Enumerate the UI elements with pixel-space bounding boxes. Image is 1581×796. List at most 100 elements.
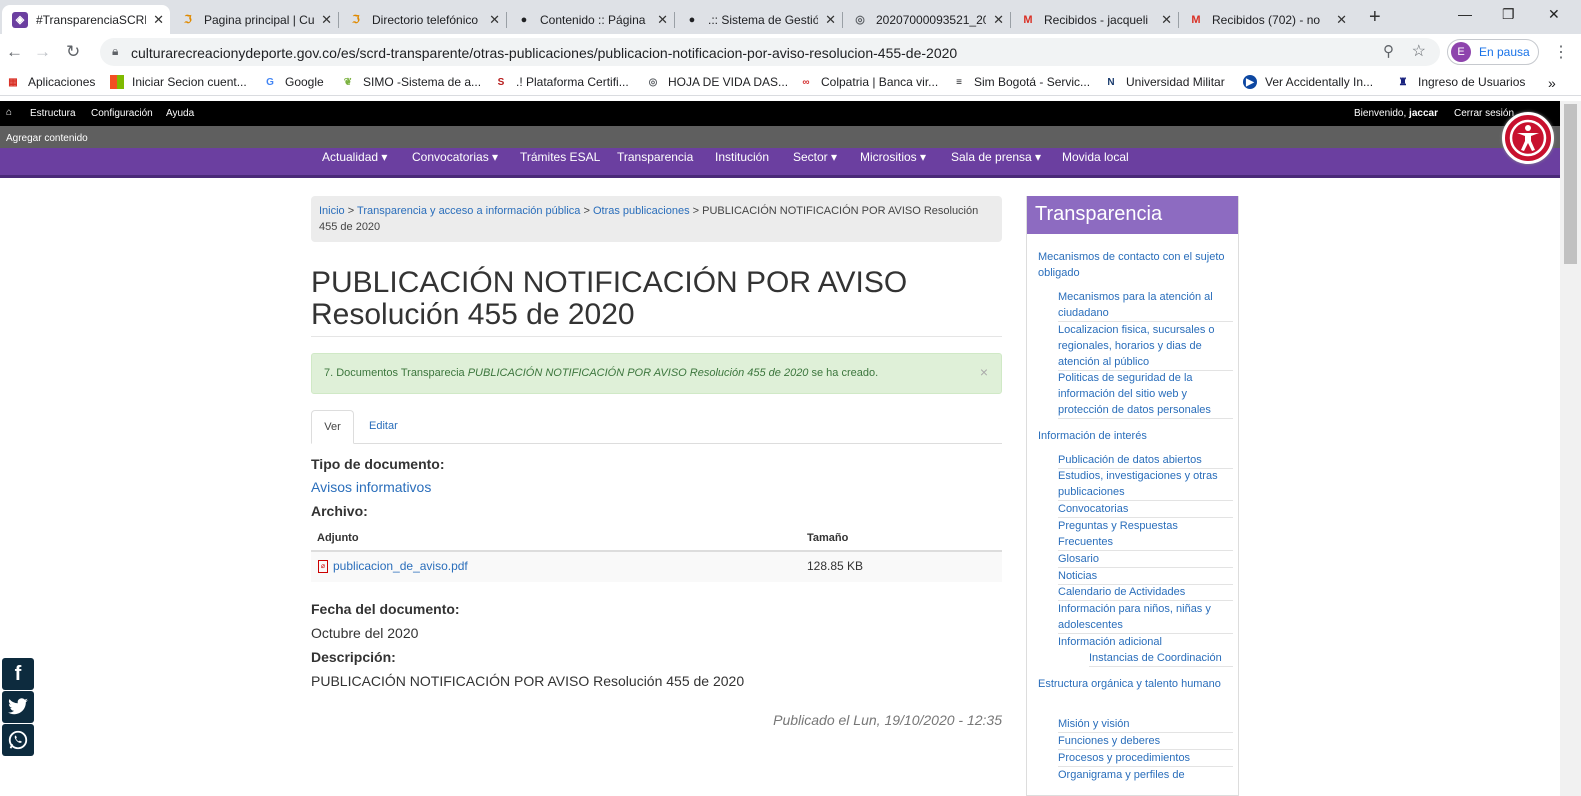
doc-type-label: Tipo de documento: (311, 456, 445, 472)
nav-sala-de-prensa[interactable]: Sala de prensa ▾ (951, 150, 1041, 164)
status-message: 7. Documentos Transparecia PUBLICACIÓN N… (311, 353, 1002, 394)
sidebar-link[interactable]: Calendario de Actividades (1058, 584, 1233, 601)
close-tab-icon[interactable]: ✕ (657, 12, 668, 28)
bookmark-apps[interactable]: ▦ Aplicaciones (6, 75, 95, 89)
bookmark-item[interactable]: ≡ Sim Bogotá - Servic... (952, 75, 1090, 89)
browser-tab[interactable]: ℑ Directorio telefónico ✕ (338, 5, 507, 34)
sidebar-link[interactable]: Información para niños, niñas y adolesce… (1058, 601, 1233, 634)
more-bookmarks-icon[interactable]: » (1548, 75, 1556, 91)
sidebar-link[interactable]: Información de interés (1038, 428, 1228, 444)
close-tab-icon[interactable]: ✕ (1336, 12, 1347, 28)
zoom-icon[interactable]: ⚲ (1383, 42, 1394, 60)
sidebar-title: Transparencia (1027, 196, 1238, 234)
minimize-icon[interactable]: — (1458, 6, 1472, 22)
close-tab-icon[interactable]: ✕ (993, 12, 1004, 28)
sidebar-link[interactable]: Politicas de seguridad de la información… (1058, 370, 1233, 419)
nav-convocatorias[interactable]: Convocatorias ▾ (412, 150, 498, 164)
back-arrow-icon[interactable]: ← (6, 42, 23, 62)
doc-type-link[interactable]: Avisos informativos (311, 479, 431, 495)
bookmark-item[interactable]: N Universidad Militar (1104, 75, 1224, 89)
bookmark-item[interactable]: S .! Plataforma Certifi... (494, 75, 629, 89)
sidebar-link[interactable]: Estudios, investigaciones y otras public… (1058, 468, 1233, 501)
browser-tab[interactable]: ◈ #TransparenciaSCRD ✕ (2, 5, 170, 34)
sidebar-link[interactable]: Instancias de Coordinación (1089, 650, 1233, 667)
sidebar-link[interactable]: Estructura orgánica y talento humano (1038, 676, 1228, 692)
close-tab-icon[interactable]: ✕ (1161, 12, 1172, 28)
sidebar-link[interactable]: Convocatorias (1058, 501, 1233, 518)
restore-icon[interactable]: ❐ (1502, 6, 1515, 23)
sidebar-link[interactable]: Preguntas y Respuestas Frecuentes (1058, 518, 1233, 551)
address-bar[interactable]: 🔒︎ culturarecreacionydeporte.gov.co/es/s… (100, 38, 1440, 66)
nav-transparencia[interactable]: Transparencia (617, 150, 693, 164)
whatsapp-share-button[interactable] (2, 724, 34, 756)
bookmark-item[interactable]: G Google (263, 75, 324, 89)
new-tab-icon[interactable]: + (1369, 6, 1381, 29)
close-tab-icon[interactable]: ✕ (321, 12, 332, 28)
breadcrumb-home[interactable]: Inicio (319, 205, 345, 217)
close-tab-icon[interactable]: ✕ (153, 12, 164, 28)
nav-movida-local[interactable]: Movida local (1062, 150, 1129, 164)
bookmark-star-icon[interactable]: ☆ (1412, 41, 1426, 61)
bookmark-item[interactable]: ♜ Ingreso de Usuarios (1396, 75, 1526, 89)
admin-config-link[interactable]: Configuración (91, 108, 153, 119)
bookmark-item[interactable]: Iniciar Secion cuent... (110, 75, 247, 89)
tab-ver[interactable]: Ver (311, 410, 354, 444)
page-scrollbar[interactable] (1560, 101, 1581, 796)
browser-tab[interactable]: ● .:: Sistema de Gestió ✕ (674, 5, 843, 34)
sidebar-link[interactable]: Glosario (1058, 551, 1233, 568)
twitter-share-button[interactable] (2, 691, 34, 723)
sidebar-link[interactable]: Información adicional (1058, 634, 1233, 650)
nav-institucion[interactable]: Institución (715, 150, 769, 164)
browser-menu-icon[interactable]: ⋮ (1553, 42, 1569, 62)
accessibility-button[interactable] (1502, 112, 1554, 164)
add-content-link[interactable]: Agregar contenido (6, 133, 88, 144)
url-text[interactable]: culturarecreacionydeporte.gov.co/es/scrd… (131, 45, 957, 61)
browser-tab[interactable]: M Recibidos - jacqueli ✕ (1010, 5, 1179, 34)
bookmark-label: HOJA DE VIDA DAS... (668, 75, 789, 89)
bookmark-item[interactable]: ▶ Ver Accidentally In... (1243, 75, 1373, 89)
admin-structure-link[interactable]: Estructura (30, 108, 76, 119)
sidebar-link[interactable]: Funciones y deberes (1058, 733, 1233, 750)
close-tab-icon[interactable]: ✕ (489, 12, 500, 28)
attachment-size: 128.85 KB (807, 559, 864, 573)
sidebar-link[interactable]: Mecanismos de contacto con el sujeto obl… (1038, 249, 1228, 281)
sidebar-link[interactable]: Organigrama y perfiles de (1058, 767, 1233, 783)
breadcrumb-separator: > (692, 205, 700, 217)
nav-sector[interactable]: Sector ▾ (793, 150, 837, 164)
tab-title: Directorio telefónico (372, 12, 479, 27)
bookmark-item[interactable]: ∞ Colpatria | Banca vir... (799, 75, 938, 89)
date-label: Fecha del documento: (311, 601, 460, 617)
attachment-link[interactable]: publicacion_de_aviso.pdf (333, 559, 468, 573)
bookmark-item[interactable]: ◎ HOJA DE VIDA DAS... (646, 75, 788, 89)
sidebar-link[interactable]: Noticias (1058, 568, 1233, 585)
forward-arrow-icon[interactable]: → (34, 42, 51, 62)
tab-editar[interactable]: Editar (369, 420, 398, 432)
nav-tramites[interactable]: Trámites ESAL (520, 150, 600, 164)
logout-link[interactable]: Cerrar sesión (1454, 108, 1514, 119)
scrollbar-thumb[interactable] (1564, 104, 1577, 264)
sidebar-link[interactable]: Mecanismos para la atención al ciudadano (1058, 289, 1233, 322)
breadcrumb-transparencia[interactable]: Transparencia y acceso a información púb… (357, 205, 580, 217)
bookmark-label: Iniciar Secion cuent... (132, 75, 247, 89)
browser-tab[interactable]: ℑ Pagina principal | Cu ✕ (170, 5, 339, 34)
bookmark-item[interactable]: ❦ SIMO -Sistema de a... (341, 75, 481, 89)
sidebar-link[interactable]: Localizacion fisica, sucursales o region… (1058, 322, 1233, 371)
reload-icon[interactable]: ↻ (66, 42, 80, 62)
close-tab-icon[interactable]: ✕ (825, 12, 836, 28)
close-alert-icon[interactable]: × (980, 364, 988, 380)
sidebar-link[interactable]: Publicación de datos abiertos (1058, 452, 1233, 469)
browser-tab[interactable]: ● Contenido :: Página ✕ (506, 5, 675, 34)
breadcrumb-otras-publicaciones[interactable]: Otras publicaciones (593, 205, 690, 217)
close-window-icon[interactable]: ✕ (1548, 6, 1560, 23)
home-icon[interactable]: ⌂ (6, 107, 12, 118)
facebook-share-button[interactable]: f (2, 658, 34, 690)
sidebar-link[interactable]: Procesos y procedimientos (1058, 750, 1233, 767)
tab-title: 20207000093521_20 (876, 12, 986, 27)
browser-tab[interactable]: ◎ 20207000093521_20 ✕ (842, 5, 1011, 34)
profile-button[interactable]: E En pausa (1447, 39, 1539, 65)
browser-tab[interactable]: M Recibidos (702) - no ✕ (1178, 5, 1353, 34)
admin-help-link[interactable]: Ayuda (166, 108, 194, 119)
nav-micrositios[interactable]: Micrositios ▾ (860, 150, 926, 164)
nav-actualidad[interactable]: Actualidad ▾ (322, 150, 387, 164)
sidebar-link[interactable]: Misión y visión (1058, 716, 1233, 733)
